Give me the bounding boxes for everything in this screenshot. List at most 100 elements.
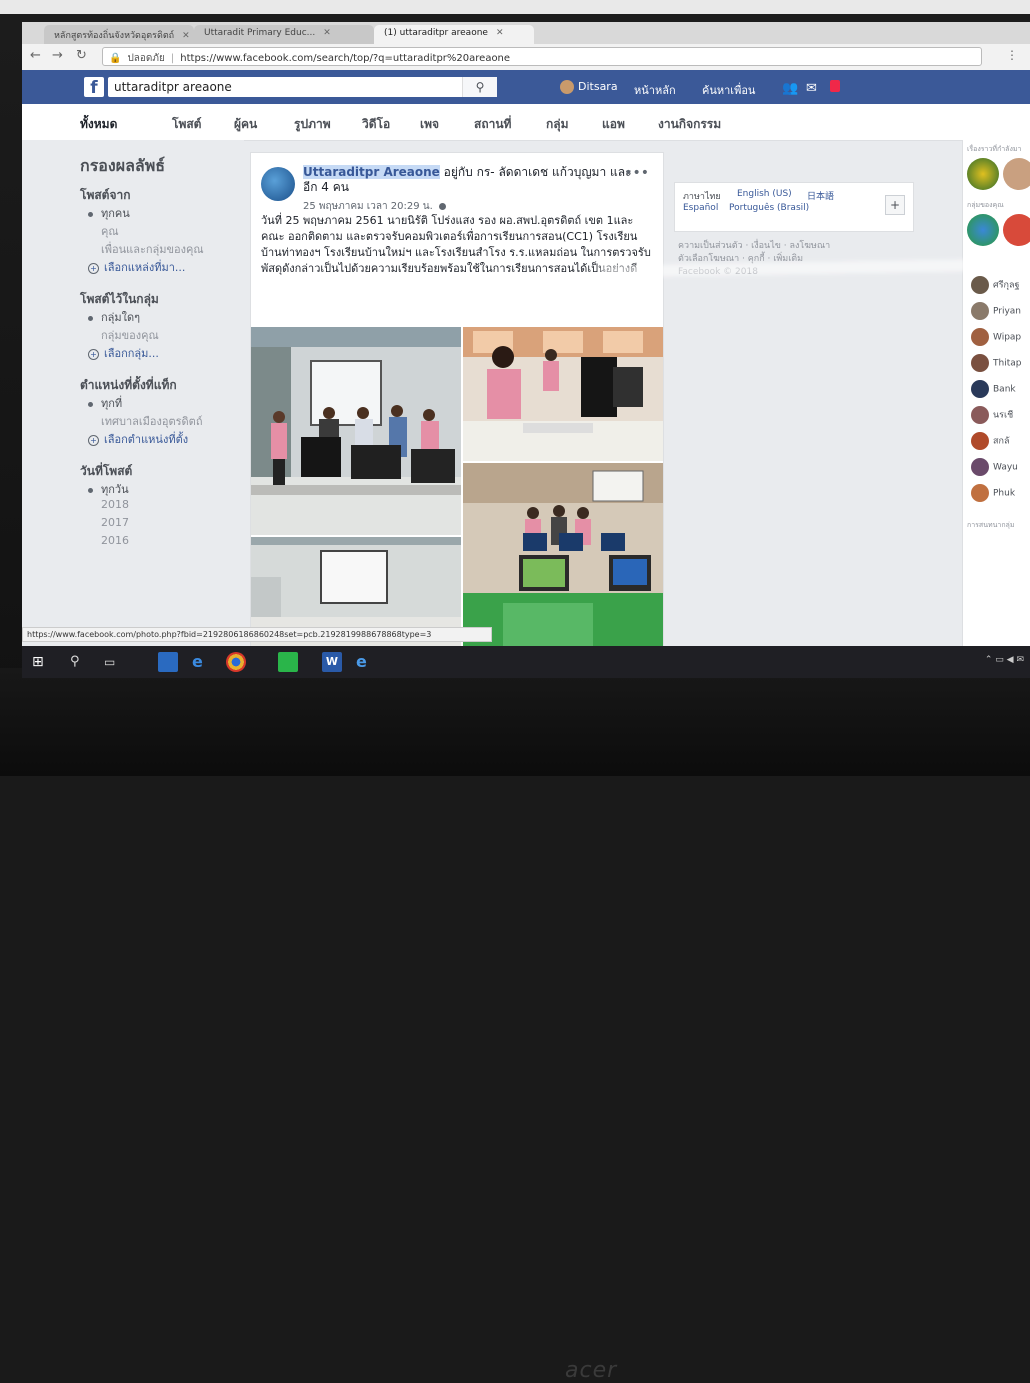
- filter-option[interactable]: ทุกที่: [88, 394, 122, 412]
- tab-all[interactable]: ทั้งหมด: [80, 115, 118, 145]
- close-icon[interactable]: ✕: [496, 28, 504, 38]
- reload-icon[interactable]: ↻: [76, 48, 87, 63]
- tab-people[interactable]: ผู้คน: [234, 115, 257, 134]
- story-avatar[interactable]: [967, 158, 999, 190]
- story-avatar[interactable]: [1003, 158, 1030, 190]
- tab-videos[interactable]: วิดีโอ: [362, 115, 390, 134]
- search-icon[interactable]: ⚲: [70, 652, 90, 672]
- chrome-icon[interactable]: [226, 652, 246, 672]
- classroom-photo-4: [463, 463, 663, 646]
- post-header: Uttaraditpr Areaone อยู่กับ กร- ลัดดาเดช…: [303, 165, 633, 195]
- filter-option[interactable]: + เลือกกลุ่ม...: [88, 344, 159, 362]
- search-input[interactable]: uttaraditpr areaone: [108, 77, 496, 97]
- group-avatar[interactable]: [967, 214, 999, 246]
- chat-contact[interactable]: Bank: [971, 380, 1016, 398]
- avatar: [971, 406, 989, 424]
- address-bar[interactable]: 🔒 ปลอดภัย | https://www.facebook.com/search…: [102, 47, 982, 66]
- filter-option[interactable]: 2018: [88, 498, 129, 511]
- avatar: [971, 458, 989, 476]
- close-icon[interactable]: ✕: [182, 31, 190, 41]
- chat-contact[interactable]: Wayu: [971, 458, 1018, 476]
- friend-requests-icon[interactable]: 👥: [782, 81, 798, 96]
- group-avatar[interactable]: [1003, 214, 1030, 246]
- tab-groups[interactable]: กลุ่ม: [546, 115, 569, 134]
- chat-contact[interactable]: นรเชี: [971, 406, 1013, 424]
- filter-option[interactable]: เพื่อนและกลุ่มของคุณ: [88, 240, 204, 258]
- file-explorer-icon[interactable]: [158, 652, 178, 672]
- post-card: Uttaraditpr Areaone อยู่กับ กร- ลัดดาเดช…: [250, 152, 664, 646]
- browser-menu-icon[interactable]: ⋮: [1006, 48, 1018, 62]
- filter-option[interactable]: ทุกคน: [88, 204, 130, 222]
- internet-explorer-icon[interactable]: e: [192, 652, 212, 672]
- filter-option[interactable]: ทุกวัน: [88, 480, 129, 498]
- system-tray[interactable]: ⌃ ▭ ◀ ✉: [985, 655, 1024, 665]
- chat-contact[interactable]: Thitap: [971, 354, 1021, 372]
- timestamp-text: 25 พฤษภาคม เวลา 20:29 น.: [303, 201, 433, 212]
- post-photo[interactable]: [463, 327, 663, 461]
- windows-start-icon[interactable]: ⊞: [32, 652, 52, 672]
- tab-label: (1) uttaraditpr areaone: [384, 28, 488, 38]
- edge-icon[interactable]: e: [356, 652, 376, 672]
- contact-name: ศรีกุลฐ: [993, 280, 1020, 291]
- filter-option[interactable]: + เลือกตำแหน่งที่ตั้ง: [88, 430, 188, 448]
- tab-label: หลักสูตรท้องถิ่นจังหวัดอุตรดิตถ์: [54, 31, 175, 41]
- filter-option[interactable]: กลุ่มของคุณ: [88, 326, 159, 344]
- chat-contact[interactable]: Wipap: [971, 328, 1021, 346]
- filter-option[interactable]: คุณ: [88, 222, 119, 240]
- post-photo[interactable]: [463, 463, 663, 646]
- filter-option[interactable]: 2016: [88, 534, 129, 547]
- radio-selected-icon: [88, 315, 93, 321]
- filter-option[interactable]: เทศบาลเมืองอุตรดิตถ์: [88, 412, 203, 430]
- close-icon[interactable]: ✕: [323, 28, 331, 38]
- post-author-link[interactable]: Uttaraditpr Areaone: [303, 165, 440, 179]
- tab-posts[interactable]: โพสต์: [172, 115, 201, 134]
- language-link[interactable]: English (US): [737, 189, 792, 199]
- tab-pages[interactable]: เพจ: [420, 115, 439, 134]
- browser-tab-1[interactable]: หลักสูตรท้องถิ่นจังหวัดอุตรดิตถ์ ✕: [44, 25, 194, 44]
- footer-line[interactable]: ความเป็นส่วนตัว · เงื่อนไข · ลงโฆษณา: [678, 240, 908, 253]
- post-timestamp[interactable]: 25 พฤษภาคม เวลา 20:29 น.: [303, 199, 446, 214]
- find-friends-link[interactable]: ค้นหาเพื่อน: [702, 81, 755, 99]
- tab-photos[interactable]: รูปภาพ: [294, 115, 331, 134]
- chat-contact[interactable]: Priyan: [971, 302, 1021, 320]
- tab-apps[interactable]: แอพ: [602, 115, 625, 134]
- post-photo[interactable]: [251, 327, 461, 535]
- forward-icon[interactable]: →: [52, 48, 63, 63]
- filter-heading-date: วันที่โพสต์: [80, 464, 133, 478]
- tab-places[interactable]: สถานที่: [474, 115, 511, 134]
- lock-icon: 🔒: [109, 53, 122, 64]
- filter-option-label: กลุ่มใดๆ: [101, 311, 141, 324]
- add-language-button[interactable]: +: [885, 195, 905, 215]
- browser-tab-3[interactable]: (1) uttaraditpr areaone ✕: [374, 25, 534, 44]
- chat-contact[interactable]: ศรีกุลฐ: [971, 276, 1019, 294]
- language-link[interactable]: Português (Brasil): [729, 203, 809, 213]
- more-options-icon[interactable]: •••: [624, 165, 649, 181]
- home-link[interactable]: หน้าหลัก: [634, 81, 676, 99]
- line-app-icon[interactable]: [278, 652, 298, 672]
- word-icon[interactable]: W: [322, 652, 342, 672]
- search-icon[interactable]: ⚲: [462, 77, 497, 97]
- facebook-logo[interactable]: f: [84, 77, 104, 98]
- profile-link[interactable]: Ditsara: [560, 80, 618, 94]
- language-current: ภาษาไทย: [683, 192, 721, 202]
- language-link[interactable]: Español: [683, 203, 718, 213]
- filter-option[interactable]: 2017: [88, 516, 129, 529]
- contact-name: สกลั: [993, 436, 1010, 447]
- browser-tab-2[interactable]: Uttaradit Primary Educ... ✕: [194, 25, 374, 44]
- page-avatar[interactable]: [261, 167, 295, 201]
- omnibox-divider: |: [170, 53, 175, 64]
- filter-option-label: เลือกแหล่งที่มา...: [104, 261, 186, 274]
- task-view-icon[interactable]: ▭: [104, 652, 124, 672]
- filter-option-label: ทุกคน: [101, 207, 130, 220]
- messages-icon[interactable]: ✉: [806, 81, 817, 96]
- tab-events[interactable]: งานกิจกรรม: [658, 115, 721, 134]
- filter-option[interactable]: + เลือกแหล่งที่มา...: [88, 258, 185, 276]
- back-icon[interactable]: ←: [30, 48, 41, 63]
- chat-contact[interactable]: สกลั: [971, 432, 1009, 450]
- classroom-photo-1: [251, 327, 461, 535]
- filter-option[interactable]: กลุ่มใดๆ: [88, 308, 140, 326]
- language-link[interactable]: 日本語: [807, 189, 834, 202]
- chat-contact[interactable]: Phuk: [971, 484, 1015, 502]
- notifications-icon[interactable]: [830, 80, 840, 92]
- photo-background: [0, 0, 1030, 14]
